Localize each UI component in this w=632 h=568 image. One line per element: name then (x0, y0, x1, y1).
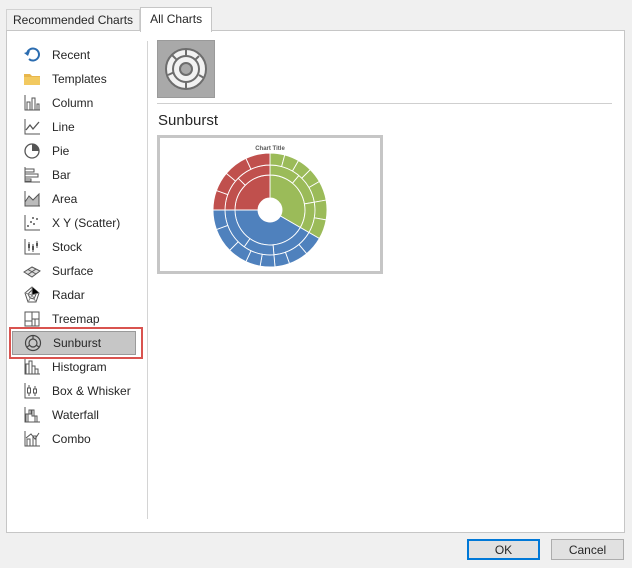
sidebar-item-line[interactable]: Line (12, 115, 136, 139)
sidebar-item-histogram[interactable]: Histogram (12, 355, 136, 379)
sidebar-item-combo[interactable]: Combo (12, 427, 136, 451)
sidebar-item-templates[interactable]: Templates (12, 67, 136, 91)
sidebar-item-label: Treemap (52, 312, 100, 326)
sidebar-item-label: Recent (52, 48, 91, 62)
preview-chart-title: Chart Title (255, 146, 285, 152)
line-chart-icon (23, 118, 41, 136)
combo-chart-icon (23, 430, 41, 448)
chart-type-list: Recent Templates Column Line Pie Bar Are… (12, 43, 136, 451)
radar-chart-icon (23, 286, 41, 304)
sidebar-item-waterfall[interactable]: Waterfall (12, 403, 136, 427)
chart-tabs: Recommended Charts All Charts (6, 7, 213, 32)
box-whisker-chart-icon (23, 382, 41, 400)
sidebar-item-label: Templates (52, 72, 107, 86)
sidebar-item-column[interactable]: Column (12, 91, 136, 115)
sidebar-item-label: X Y (Scatter) (52, 216, 121, 230)
sidebar-item-surface[interactable]: Surface (12, 259, 136, 283)
sunburst-segment (313, 199, 328, 221)
sidebar-item-stock[interactable]: Stock (12, 235, 136, 259)
sidebar-item-label: Bar (52, 168, 71, 182)
surface-chart-icon (23, 262, 41, 280)
sidebar-item-scatter[interactable]: X Y (Scatter) (12, 211, 136, 235)
sidebar-item-label: Column (52, 96, 94, 110)
sidebar-item-sunburst[interactable]: Sunburst (12, 331, 136, 355)
area-chart-icon (23, 190, 41, 208)
sidebar-item-label: Radar (52, 288, 85, 302)
tab-all-charts[interactable]: All Charts (140, 7, 213, 32)
column-chart-icon (23, 94, 41, 112)
treemap-chart-icon (23, 310, 41, 328)
selected-chart-title: Sunburst (158, 112, 219, 129)
chart-preview[interactable]: Chart Title (157, 135, 383, 274)
sidebar-item-label: Surface (52, 264, 94, 278)
sunburst-segment (212, 209, 229, 231)
bar-chart-icon (23, 166, 41, 184)
sunburst-segment (259, 253, 276, 268)
preview-divider (157, 103, 612, 104)
sidebar-item-pie[interactable]: Pie (12, 139, 136, 163)
sidebar-item-label: Histogram (52, 360, 107, 374)
scatter-chart-icon (23, 214, 41, 232)
sidebar-item-label: Area (52, 192, 78, 206)
sidebar-item-label: Waterfall (52, 408, 99, 422)
sidebar-item-radar[interactable]: Radar (12, 283, 136, 307)
sidebar-item-treemap[interactable]: Treemap (12, 307, 136, 331)
stock-chart-icon (23, 238, 41, 256)
recent-icon (23, 46, 41, 64)
sidebar-item-label: Line (52, 120, 75, 134)
sidebar-divider (147, 41, 148, 519)
sunburst-rings (212, 152, 328, 268)
folder-icon (23, 70, 41, 88)
tab-recommended-charts[interactable]: Recommended Charts (6, 9, 141, 31)
sidebar-item-label: Pie (52, 144, 70, 158)
sidebar-item-box-whisker[interactable]: Box & Whisker (12, 379, 136, 403)
sidebar-item-bar[interactable]: Bar (12, 163, 136, 187)
sunburst-subtype-thumbnail[interactable] (157, 40, 215, 98)
sidebar-item-area[interactable]: Area (12, 187, 136, 211)
sunburst-chart-icon (24, 334, 42, 352)
ok-button[interactable]: OK (467, 539, 540, 560)
sidebar-item-recent[interactable]: Recent (12, 43, 136, 67)
waterfall-chart-icon (23, 406, 41, 424)
sidebar-item-label: Box & Whisker (52, 384, 131, 398)
chart-type-sidebar: Recent Templates Column Line Pie Bar Are… (7, 31, 147, 532)
pie-chart-icon (23, 142, 41, 160)
all-charts-panel: Recent Templates Column Line Pie Bar Are… (6, 30, 625, 533)
sunburst-thumbnail-icon (165, 48, 207, 90)
sidebar-item-label: Sunburst (53, 336, 102, 350)
sidebar-item-label: Combo (52, 432, 91, 446)
sunburst-preview-graphic: Chart Title (212, 146, 328, 268)
sidebar-item-label: Stock (52, 240, 83, 254)
histogram-chart-icon (23, 358, 41, 376)
cancel-button[interactable]: Cancel (551, 539, 624, 560)
chart-subtype-strip (157, 40, 215, 98)
